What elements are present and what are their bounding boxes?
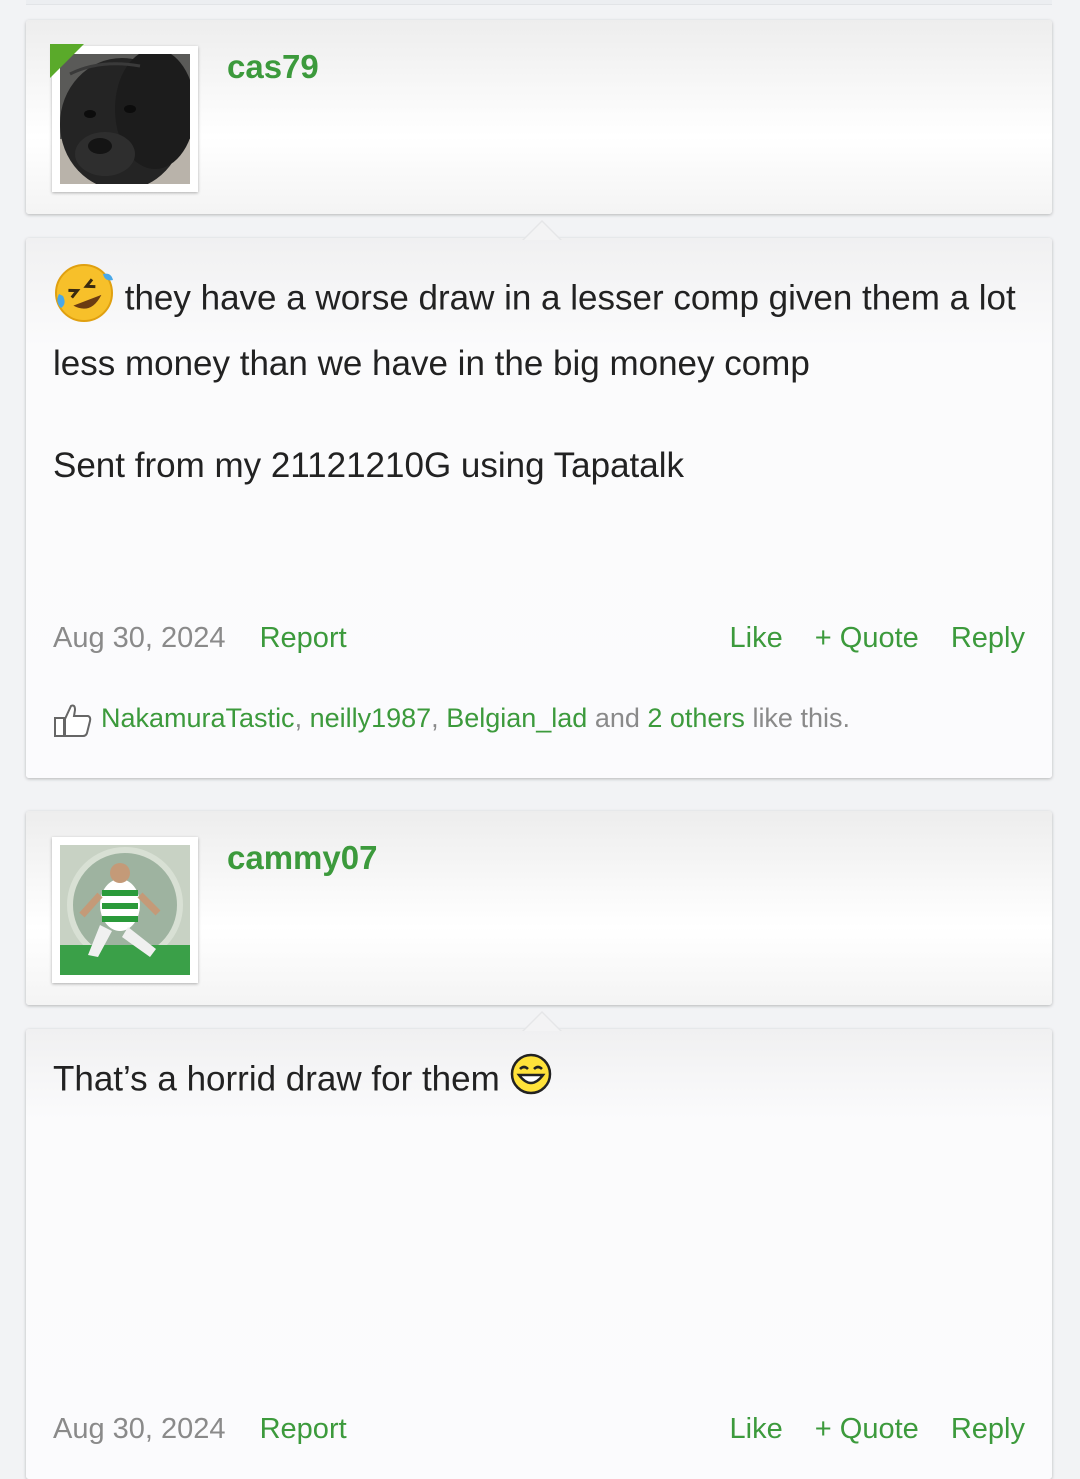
like-link[interactable]: Like [730,622,783,654]
reply-link[interactable]: Reply [951,622,1025,654]
post-date: Aug 30, 2024 [53,1413,226,1445]
like-link[interactable]: Like [730,1413,783,1445]
online-indicator [50,44,84,78]
rolling-on-floor-laughing-icon [53,262,115,338]
message: That’s a horrid draw for them [53,1053,1025,1109]
avatar[interactable] [52,837,198,983]
quote-link[interactable]: + Quote [815,1413,919,1445]
post-footer: Aug 30, 2024 Report Like + Quote Reply [53,618,1025,658]
liker-link[interactable]: neilly1987 [310,703,432,733]
post-cas79: cas79 they have a worse draw in a lesser… [26,20,1052,778]
message-line-2: Sent from my 21121210G using Tapatalk [53,446,685,485]
others-link[interactable]: 2 others [647,703,745,733]
username[interactable]: cas79 [227,48,319,86]
reply-link[interactable]: Reply [951,1413,1025,1445]
report-link[interactable]: Report [260,622,347,654]
thumbs-up-icon [53,702,93,738]
liker-link[interactable]: Belgian_lad [446,703,587,733]
message-line-1: they have a worse draw in a lesser comp … [53,278,1016,383]
post-actions: Like + Quote Reply [706,618,1025,658]
post-body: they have a worse draw in a lesser comp … [26,220,1052,778]
report-link[interactable]: Report [260,1413,347,1445]
grinning-face-icon [510,1053,552,1109]
avatar-image [60,845,190,975]
likes-summary: NakamuraTastic, neilly1987, Belgian_lad … [53,698,1025,738]
liker-link[interactable]: NakamuraTastic [101,703,295,733]
username[interactable]: cammy07 [227,839,377,877]
post-header: cas79 [26,20,1052,214]
post-body: That’s a horrid draw for them Aug 30, 20… [26,1011,1052,1479]
post-date: Aug 30, 2024 [53,622,226,654]
avatar[interactable] [50,44,198,192]
post-actions: Like + Quote Reply [706,1409,1025,1449]
post-cammy07: cammy07 That’s a horrid draw for them Au… [26,811,1052,1479]
message: they have a worse draw in a lesser comp … [53,262,1025,491]
post-header: cammy07 [26,811,1052,1005]
message-line-1: That’s a horrid draw for them [53,1059,500,1099]
previous-post-edge [26,0,1052,5]
quote-link[interactable]: + Quote [815,622,919,654]
post-footer: Aug 30, 2024 Report Like + Quote Reply [53,1409,1025,1449]
